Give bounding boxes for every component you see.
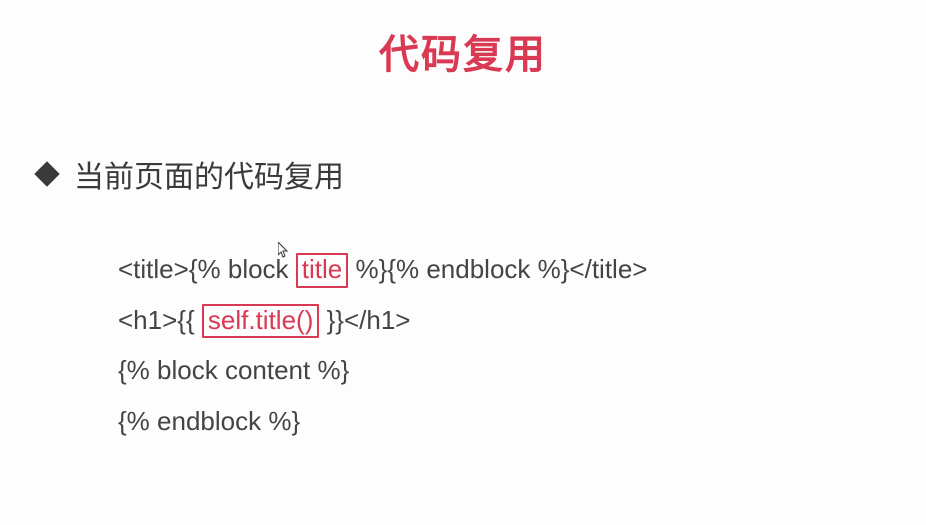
slide-title: 代码复用 — [0, 0, 926, 80]
code-segment: <title>{% block — [118, 254, 289, 284]
code-line-1: <title>{% block title %}{% endblock %}</… — [118, 244, 926, 295]
highlight-self-title: self.title() — [202, 304, 319, 339]
code-line-3: {% block content %} — [118, 345, 926, 396]
code-line-2: <h1>{{ self.title() }}</h1> — [118, 295, 926, 346]
bullet-row: 当前页面的代码复用 — [38, 152, 926, 196]
code-segment: %}{% endblock %}</title> — [356, 254, 648, 284]
code-segment: }}</h1> — [327, 305, 411, 335]
code-segment: <h1>{{ — [118, 305, 195, 335]
code-line-4: {% endblock %} — [118, 396, 926, 447]
highlight-title: title — [296, 253, 348, 288]
code-block: <title>{% block title %}{% endblock %}</… — [118, 244, 926, 447]
bullet-text: 当前页面的代码复用 — [74, 152, 344, 196]
diamond-bullet-icon — [34, 161, 59, 186]
